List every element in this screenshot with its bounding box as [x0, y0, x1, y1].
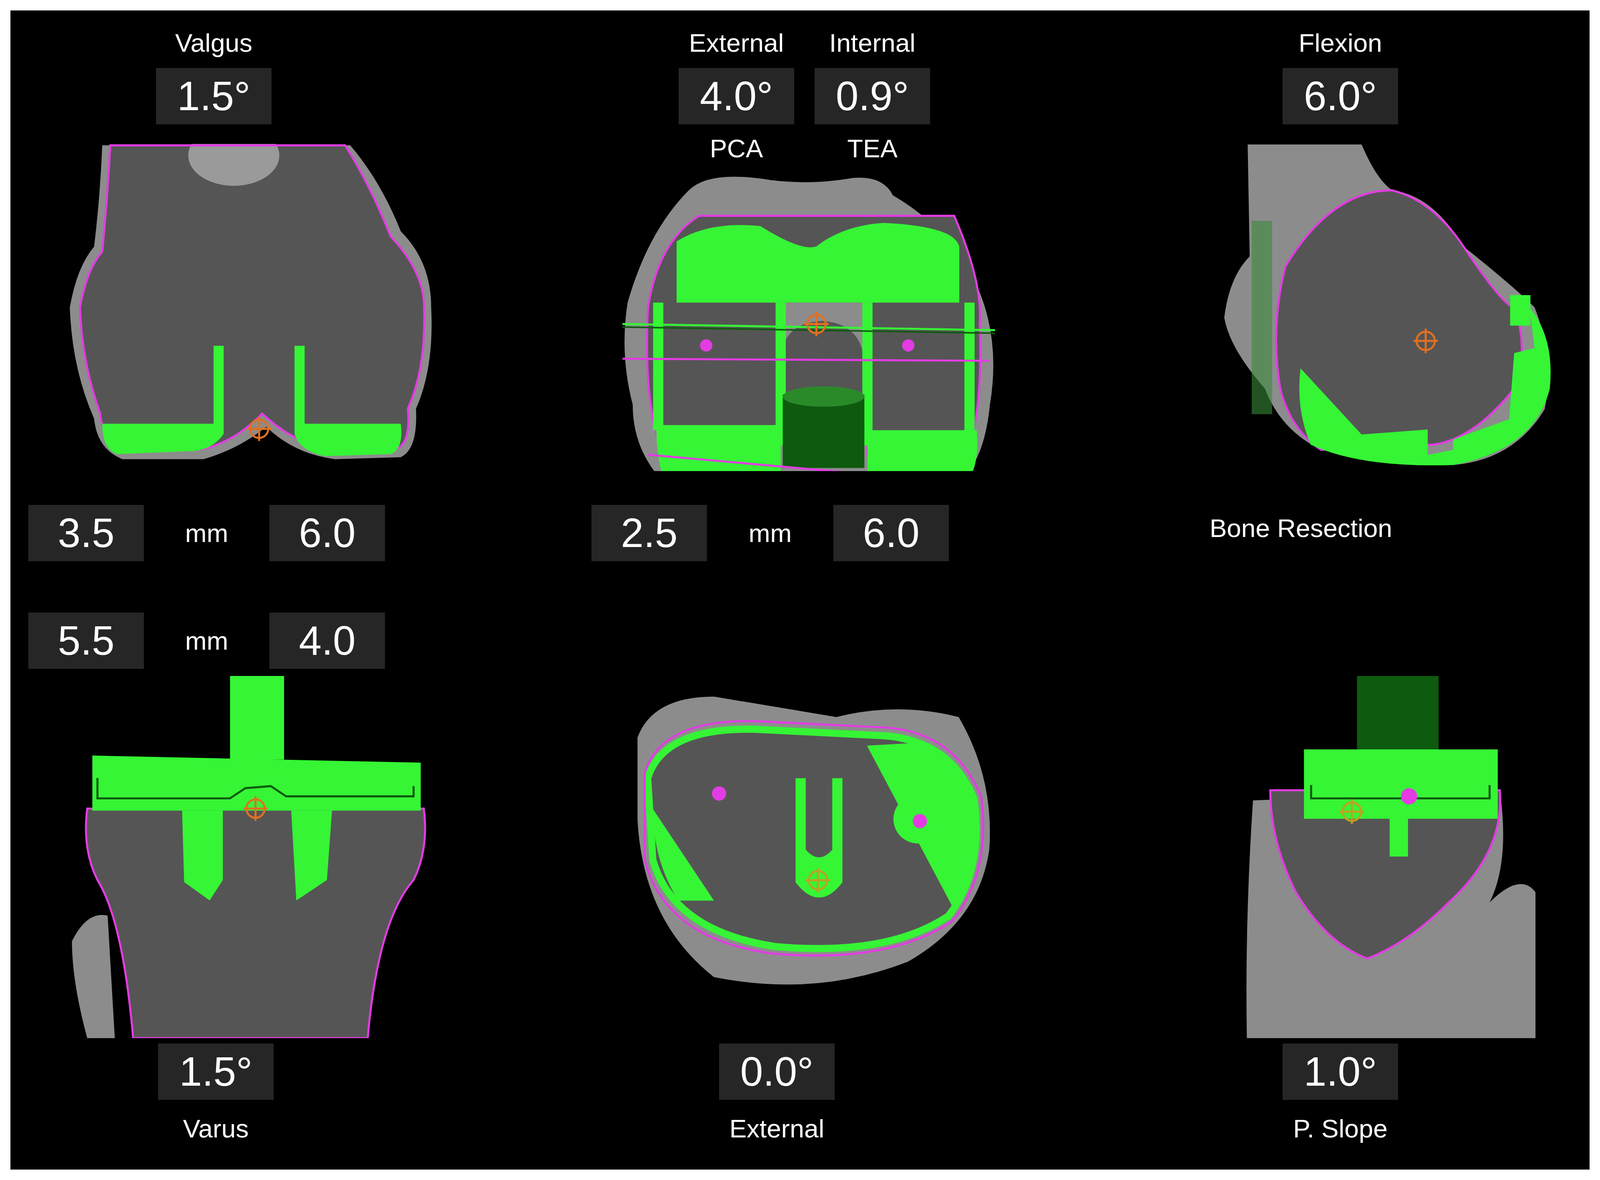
femur-valgus-group: Valgus 1.5°	[155, 10, 272, 144]
tibia-slope-group: 1.0° P. Slope	[1282, 1038, 1399, 1142]
rotation-item: External 4.0°	[678, 10, 795, 144]
tibia-coronal-cell	[28, 675, 442, 1039]
tibia-axial-view	[627, 691, 995, 998]
tibia-varus-group: 1.5° Varus	[158, 1038, 274, 1142]
posterior-resection-row: 2.5mm6.0	[591, 471, 1009, 562]
tibia-sagittal-cell	[1209, 675, 1560, 1039]
tibia-sagittal-view	[1239, 675, 1546, 1038]
distal-resection-row: 3.5mm6.0	[28, 471, 442, 562]
femur-sagittal-cell	[1209, 143, 1560, 472]
rotation-item: Internal 0.9°	[814, 10, 931, 144]
axis-label: PCA	[678, 135, 795, 170]
crosshair-icon	[1339, 799, 1365, 824]
femur-flexion-group: Flexion 6.0°	[1282, 10, 1399, 144]
rotation-label: Internal	[829, 29, 916, 57]
tibia-coronal-view	[66, 675, 440, 1038]
tibia-rotation-label: External	[729, 1114, 825, 1142]
varus-value[interactable]: 1.5°	[158, 1043, 274, 1100]
rotation-value[interactable]: 0.9°	[814, 67, 931, 125]
tibia-resection-row: 5.5mm4.0	[28, 583, 442, 669]
crosshair-icon	[246, 416, 272, 441]
flexion-label: Flexion	[1298, 29, 1383, 57]
slope-value[interactable]: 1.0°	[1282, 1043, 1399, 1100]
axis-label: TEA	[814, 135, 931, 170]
rotation-label: External	[689, 29, 784, 57]
axis-labels: PCATEA	[678, 143, 1009, 170]
unit-label: mm	[706, 518, 834, 548]
unit-label: mm	[143, 518, 270, 548]
resection-left-value[interactable]: 3.5	[28, 504, 144, 562]
planning-screen: Valgus 1.5° External 4.0° Internal 0.9° Flexio…	[10, 10, 1590, 1170]
varus-label: Varus	[183, 1114, 249, 1142]
femur-rotation-group: External 4.0° Internal 0.9°	[678, 10, 1009, 144]
valgus-value[interactable]: 1.5°	[155, 67, 272, 125]
crosshair-icon	[805, 867, 831, 893]
resection-left-value[interactable]: 2.5	[591, 504, 707, 562]
bone-resection-label: Bone Resection	[1209, 471, 1560, 584]
crosshair-icon	[1413, 328, 1439, 354]
femur-sagittal-view	[1219, 143, 1560, 471]
resection-right-value[interactable]: 4.0	[269, 612, 385, 669]
resection-left-value[interactable]: 5.5	[28, 612, 144, 669]
flexion-value[interactable]: 6.0°	[1282, 67, 1399, 125]
femur-coronal-view	[61, 143, 442, 471]
tibia-rotation-group: 0.0° External	[719, 1038, 835, 1142]
femur-coronal-cell	[28, 143, 442, 472]
crosshair-icon	[243, 796, 268, 821]
tibia-rotation-value[interactable]: 0.0°	[719, 1043, 835, 1100]
tibia-axial-cell	[591, 675, 1009, 1039]
rotation-value[interactable]: 4.0°	[678, 67, 795, 125]
crosshair-icon	[804, 311, 829, 337]
femur-axial-view	[612, 169, 1006, 471]
resection-right-value[interactable]: 6.0	[269, 504, 385, 562]
valgus-label: Valgus	[175, 29, 253, 57]
resection-right-value[interactable]: 6.0	[833, 504, 949, 562]
slope-label: P. Slope	[1293, 1114, 1388, 1142]
femur-axial-cell: PCATEA	[591, 143, 1009, 472]
unit-label: mm	[143, 625, 270, 656]
